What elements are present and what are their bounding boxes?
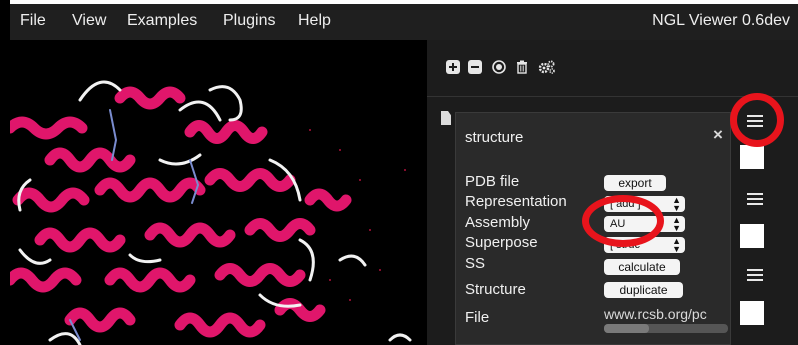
superpose-label: Superpose bbox=[465, 234, 538, 251]
app-title: NGL Viewer 0.6dev bbox=[652, 12, 790, 29]
component-visibility-toggle[interactable] bbox=[740, 145, 764, 169]
representation-menu-icon[interactable] bbox=[747, 193, 763, 207]
file-icon bbox=[441, 111, 451, 125]
pdb-file-label: PDB file bbox=[465, 173, 520, 190]
menu-file[interactable]: File bbox=[20, 12, 46, 30]
sidebar-toolbar bbox=[427, 40, 798, 97]
assembly-label: Assembly bbox=[465, 214, 531, 231]
representation-visibility-toggle-2[interactable] bbox=[740, 301, 764, 325]
trash-icon[interactable] bbox=[515, 60, 529, 74]
file-url: www.rcsb.org/pc bbox=[604, 306, 707, 322]
annotation-circle-assembly bbox=[582, 195, 664, 247]
representation-visibility-toggle[interactable] bbox=[740, 224, 764, 248]
select-arrows-icon: ▲ ▼ bbox=[672, 196, 681, 212]
close-icon[interactable]: × bbox=[713, 125, 723, 145]
ss-label: SS bbox=[465, 255, 486, 272]
protein-ribbon-render bbox=[10, 80, 412, 345]
settings-icon[interactable] bbox=[538, 60, 556, 74]
calculate-button[interactable]: calculate bbox=[604, 259, 680, 275]
file-progress-fill bbox=[604, 324, 649, 333]
file-progress-bar bbox=[604, 324, 728, 333]
ngl-viewer-app: File View Examples Plugins Help NGL View… bbox=[0, 0, 798, 345]
menu-help[interactable]: Help bbox=[298, 12, 331, 30]
export-button[interactable]: export bbox=[604, 175, 666, 191]
remove-icon[interactable] bbox=[468, 60, 482, 74]
select-arrows-icon: ▲ ▼ bbox=[672, 216, 681, 232]
menu-view[interactable]: View bbox=[72, 12, 106, 30]
add-icon[interactable] bbox=[446, 60, 460, 74]
center-icon[interactable] bbox=[492, 60, 506, 74]
menu-examples[interactable]: Examples bbox=[127, 12, 197, 30]
menubar: File View Examples Plugins Help NGL View… bbox=[10, 0, 798, 40]
structure-label: Structure bbox=[465, 281, 526, 298]
duplicate-button[interactable]: duplicate bbox=[604, 282, 683, 298]
file-label: File bbox=[465, 309, 490, 326]
select-arrows-icon: ▲ ▼ bbox=[672, 237, 681, 253]
panel-title: structure bbox=[465, 129, 524, 146]
annotation-circle-menu bbox=[730, 93, 784, 147]
molecule-viewport[interactable] bbox=[10, 40, 426, 345]
menu-plugins[interactable]: Plugins bbox=[223, 12, 275, 30]
representation-menu-icon-2[interactable] bbox=[747, 269, 763, 283]
representation-label: Representation bbox=[465, 193, 567, 210]
